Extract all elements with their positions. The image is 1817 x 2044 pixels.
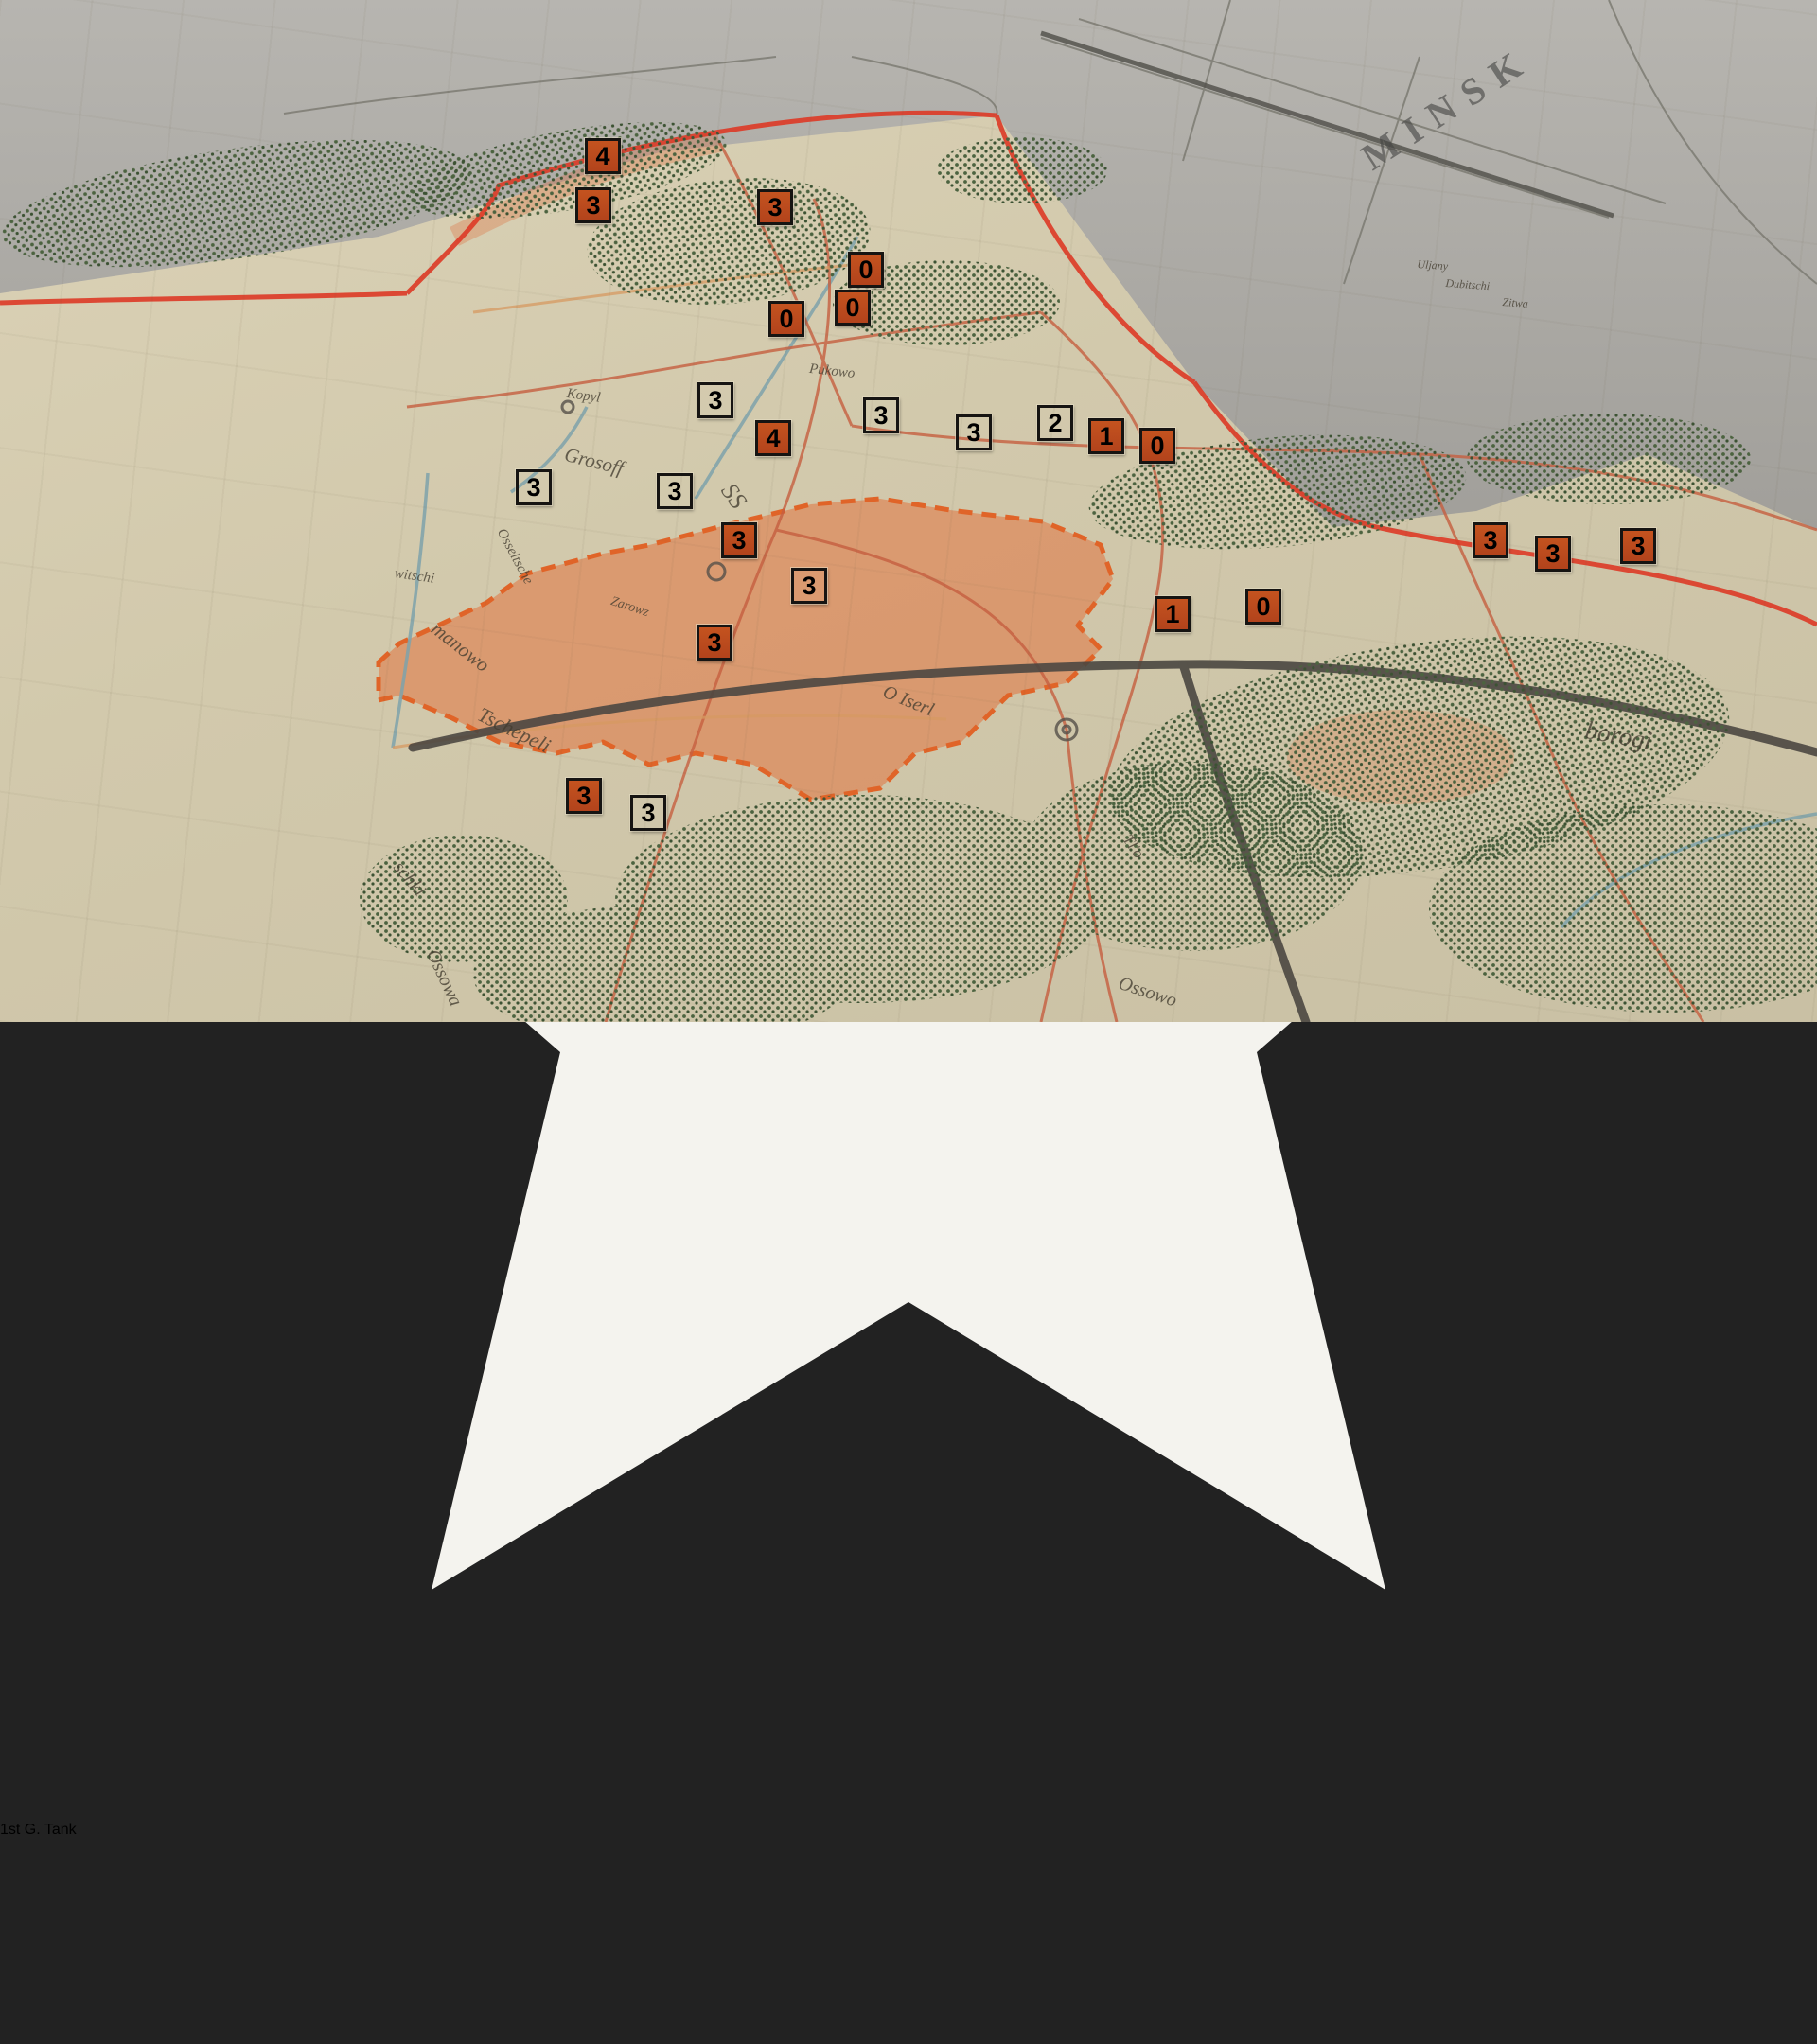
white-star (0, 1805, 1817, 1821)
unit-counter[interactable]: 3 (791, 568, 827, 604)
unit-counter[interactable]: 0 (768, 301, 804, 337)
unit-counter[interactable]: 0 (1245, 589, 1281, 625)
unit-counter[interactable]: 3 (1620, 528, 1656, 564)
unit-counter[interactable]: 4 (755, 420, 791, 456)
unit-counter[interactable]: 3 (575, 187, 611, 223)
unit-counter[interactable]: 3 (697, 382, 733, 418)
unit-counter[interactable]: 3 (1535, 536, 1571, 572)
fog-of-war (0, 0, 1817, 530)
unit-counter[interactable]: 3 (757, 189, 793, 225)
campaign-map[interactable] (0, 0, 1817, 1022)
unit-counter[interactable]: 0 (835, 290, 871, 326)
map-terrain (0, 0, 1817, 1022)
signpost-label: 1st G. Tank (0, 1822, 77, 1838)
unit-counter[interactable]: 3 (863, 397, 899, 433)
unit-counter[interactable]: 3 (721, 522, 757, 558)
unit-counter[interactable]: 3 (630, 795, 666, 831)
unit-counter[interactable]: 2 (1037, 405, 1073, 441)
unit-counter[interactable]: 3 (956, 414, 992, 450)
unit-counter[interactable]: 1 (1088, 418, 1124, 454)
signpost-pole (0, 1839, 1817, 2044)
unit-counter[interactable]: 0 (1139, 428, 1175, 464)
unit-counter[interactable]: 0 (848, 252, 884, 288)
unit-counter[interactable]: 3 (697, 625, 732, 661)
unit-counter[interactable]: 3 (657, 473, 693, 509)
unit-counter[interactable]: 3 (566, 778, 602, 814)
unit-counter[interactable]: 1 (1155, 596, 1191, 632)
unit-counter[interactable]: 3 (516, 469, 552, 505)
unit-counter[interactable]: 3 (1473, 522, 1508, 558)
unit-counter[interactable]: 4 (585, 138, 621, 174)
